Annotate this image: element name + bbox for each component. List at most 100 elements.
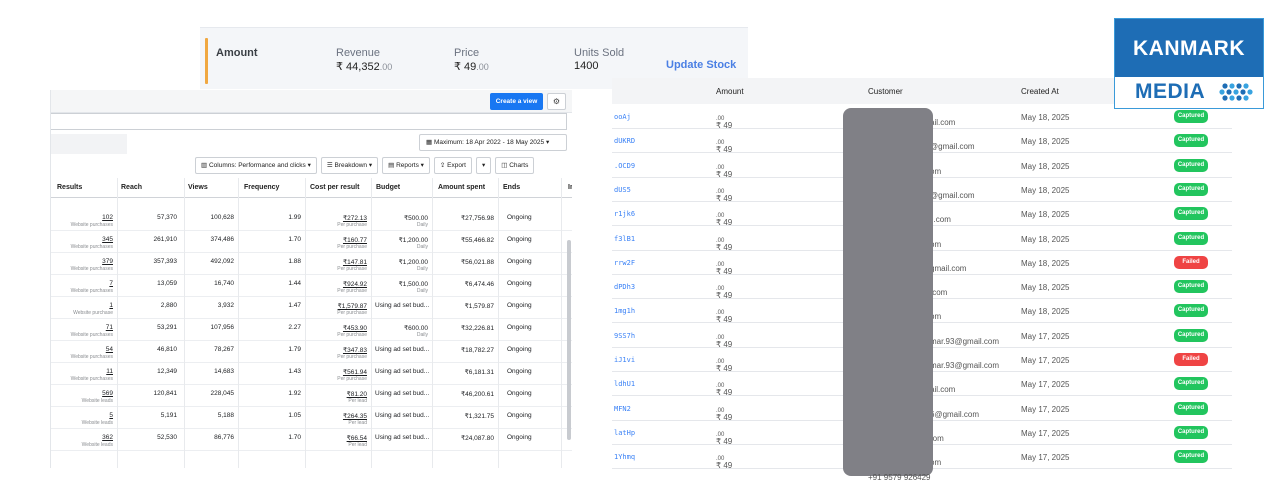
amount-spent-value: ₹32,226.81 (460, 325, 494, 332)
result-count-link[interactable]: 1 (109, 302, 113, 309)
column-header-4[interactable]: Cost per result (310, 184, 359, 191)
ends-value: Ongoing (507, 280, 532, 287)
column-header-7[interactable]: Ends (503, 184, 520, 191)
budget-value: ₹1,500.00 (398, 281, 428, 288)
result-count-link[interactable]: 345 (102, 236, 113, 243)
cost-per-result-link[interactable]: ₹272.13 (343, 214, 367, 222)
created-at-value: May 18, 2025 (1021, 258, 1070, 268)
cost-per-result-link[interactable]: ₹160.77 (343, 236, 367, 244)
order-id-link[interactable]: r1jk6 (614, 210, 635, 218)
column-header-8[interactable]: Impre (568, 184, 572, 191)
order-id-link[interactable]: 9SS7h (614, 332, 635, 340)
cost-per-result-link[interactable]: ₹264.35 (343, 412, 367, 420)
order-id-link[interactable]: 1mg1h (614, 307, 635, 315)
cost-per-result-link[interactable]: ₹453.90 (343, 324, 367, 332)
created-at-value: May 18, 2025 (1021, 161, 1070, 171)
cost-per-result-unit: Per lead (348, 398, 367, 404)
result-count-link[interactable]: 71 (106, 324, 113, 331)
result-count-link[interactable]: 362 (102, 434, 113, 441)
result-count-link[interactable]: 7 (109, 280, 113, 287)
result-count-link[interactable]: 11 (106, 368, 113, 375)
result-count-link[interactable]: 569 (102, 390, 113, 397)
ads-table-row[interactable]: 345 Website purchases 261,910 374,486 1.70 ₹1… (51, 232, 572, 253)
order-amount: ₹ 49.00 (716, 186, 732, 203)
column-header-5[interactable]: Budget (376, 184, 400, 191)
cost-per-result-link[interactable]: ₹347.83 (343, 346, 367, 354)
breakdown-button[interactable]: ☰ Breakdown ▾ (320, 157, 379, 174)
customer-email: @gmail.com (930, 142, 975, 152)
ends-value: Ongoing (507, 434, 532, 441)
export-button[interactable]: ⇪ Export (433, 157, 472, 174)
order-id-link[interactable]: dPDh3 (614, 283, 635, 291)
cost-per-result-link[interactable]: ₹1,579.87 (338, 302, 367, 310)
ends-value: Ongoing (507, 368, 532, 375)
budget-value: Using ad set bud... (375, 434, 430, 441)
amount-spent-value: ₹55,466.82 (460, 237, 494, 244)
ads-table-row[interactable]: 569 Website leads 120,841 228,045 1.92 ₹81.20… (51, 386, 572, 407)
status-badge: Captured (1174, 328, 1208, 342)
order-id-link[interactable]: ldhU1 (614, 380, 635, 388)
order-id-link[interactable]: .OCD9 (614, 162, 635, 170)
ads-manager-panel: Create a view ⚙ ▦ Maximum: 18 Apr 2022 -… (50, 90, 572, 468)
order-id-link[interactable]: latHp (614, 429, 635, 437)
views-value: 16,740 (214, 280, 234, 287)
order-id-link[interactable]: ooAj (614, 113, 631, 121)
order-id-link[interactable]: dUS5 (614, 186, 631, 194)
update-stock-button[interactable]: Update Stock (666, 59, 736, 71)
amount-spent-value: ₹1,579.87 (464, 303, 494, 310)
cost-per-result-link[interactable]: ₹147.81 (343, 258, 367, 266)
amount-spent-value: ₹1,321.75 (464, 413, 494, 420)
more-button[interactable]: ▾ (475, 157, 492, 174)
reports-button[interactable]: ▤ Reports ▾ (382, 157, 430, 174)
result-type-label: Website purchases (70, 244, 113, 250)
result-count-link[interactable]: 379 (102, 258, 113, 265)
column-header-6[interactable]: Amount spent (438, 184, 485, 191)
filter-area (51, 134, 127, 154)
ads-table-row[interactable]: 379 Website purchases 357,393 492,092 1.88 ₹1… (51, 254, 572, 275)
order-id-link[interactable]: 1Yhmq (614, 453, 635, 461)
cost-per-result-link[interactable]: ₹924.92 (343, 280, 367, 288)
order-amount: ₹ 49.00 (716, 137, 732, 154)
settings-icon[interactable]: ⚙ (547, 93, 566, 110)
ads-table-row[interactable]: 362 Website leads 52,530 86,776 1.70 ₹66.54 Pe… (51, 430, 572, 451)
ads-table-row[interactable]: 5 Website leads 5,191 5,188 1.05 ₹264.35 Per l… (51, 408, 572, 429)
column-header-1[interactable]: Reach (121, 184, 142, 191)
order-id-link[interactable]: iJ1vi (614, 356, 635, 364)
order-id-link[interactable]: f3lB1 (614, 235, 635, 243)
customer-email: il.com (930, 215, 951, 225)
reach-value: 57,370 (157, 214, 177, 221)
order-id-link[interactable]: rrw2F (614, 259, 635, 267)
result-count-link[interactable]: 54 (106, 346, 113, 353)
status-badge: Captured (1174, 207, 1208, 221)
column-header-2[interactable]: Views (188, 184, 208, 191)
order-id-link[interactable]: MFN2 (614, 405, 631, 413)
ads-table-row[interactable]: 7 Website purchases 13,059 16,740 1.44 ₹924.9… (51, 276, 572, 297)
column-header-0[interactable]: Results (57, 184, 82, 191)
charts-button[interactable]: ◫ Charts (495, 157, 535, 174)
search-input[interactable] (51, 113, 567, 130)
ads-scrollbar[interactable] (567, 240, 571, 440)
ads-table-row[interactable]: 1 Website purchase 2,880 3,932 1.47 ₹1,579.87… (51, 298, 572, 319)
date-range-picker[interactable]: ▦ Maximum: 18 Apr 2022 - 18 May 2025 ▾ (419, 134, 567, 151)
ads-table-row[interactable]: 11 Website purchases 12,349 14,683 1.43 ₹561.… (51, 364, 572, 385)
views-value: 228,045 (210, 390, 235, 397)
ads-table-row[interactable]: 102 Website purchases 57,370 100,628 1.99 ₹27… (51, 210, 572, 231)
result-count-link[interactable]: 102 (102, 214, 113, 221)
order-amount: ₹ 49.00 (716, 113, 732, 130)
frequency-value: 1.05 (288, 412, 301, 419)
cost-per-result-link[interactable]: ₹81.20 (347, 390, 367, 398)
frequency-value: 1.79 (288, 346, 301, 353)
reach-value: 5,191 (160, 412, 177, 419)
order-amount: ₹ 49.00 (716, 429, 732, 446)
created-at-header: Created At (1021, 87, 1059, 96)
ads-table-row[interactable]: 54 Website purchases 46,810 78,267 1.79 ₹347.… (51, 342, 572, 363)
columns-button[interactable]: ▥ Columns: Performance and clicks ▾ (195, 157, 317, 174)
result-count-link[interactable]: 5 (109, 412, 113, 419)
cost-per-result-link[interactable]: ₹561.94 (343, 368, 367, 376)
ads-table-row[interactable]: 71 Website purchases 53,291 107,956 2.27 ₹453… (51, 320, 572, 341)
create-view-button[interactable]: Create a view (490, 93, 543, 110)
frequency-value: 1.43 (288, 368, 301, 375)
column-header-3[interactable]: Frequency (244, 184, 279, 191)
cost-per-result-link[interactable]: ₹66.54 (347, 434, 367, 442)
order-id-link[interactable]: dUKRD (614, 137, 635, 145)
